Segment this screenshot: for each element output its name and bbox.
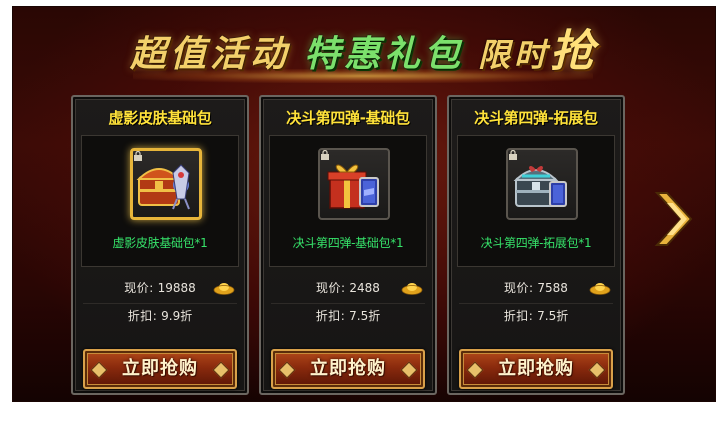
banner-part-special-pack: 特惠礼包: [303, 33, 464, 75]
discount-value: 9.9折: [161, 309, 193, 323]
gold-ingot-icon: [213, 283, 235, 295]
discount-value: 7.5折: [349, 309, 381, 323]
banner-part-value-event: 超值活动: [129, 33, 290, 75]
buy-now-button[interactable]: 立即抢购: [271, 349, 425, 389]
item-display: 虚影皮肤基础包*1: [81, 135, 239, 267]
shop-panel: 超值活动 特惠礼包 限时抢 虚影皮肤基础包 虚影皮肤基础包*1 现价: 1988…: [12, 6, 716, 402]
item-display: 决斗第四弹-基础包*1: [269, 135, 427, 267]
row-divider: [459, 303, 613, 304]
pack-card-skin-basic: 虚影皮肤基础包 虚影皮肤基础包*1 现价: 19888 折扣: 9.9折 立即抢…: [71, 95, 249, 395]
pack-title: 虚影皮肤基础包: [108, 109, 212, 127]
button-ornament-right: [400, 361, 418, 379]
price-value: 7588: [537, 281, 568, 295]
button-ornament-left: [466, 361, 484, 379]
item-slot[interactable]: [506, 148, 578, 220]
row-divider: [271, 303, 425, 304]
price-row: 现价: 7588: [449, 279, 623, 301]
banner-part-grab: 抢: [550, 26, 599, 77]
price-row: 现价: 2488: [261, 279, 435, 301]
discount-value: 7.5折: [537, 309, 569, 323]
price-label: 现价:: [504, 281, 534, 295]
pack-title: 决斗第四弹-拓展包: [474, 109, 598, 127]
buy-now-label: 立即抢购: [310, 358, 386, 379]
button-ornament-left: [278, 361, 296, 379]
item-name: 决斗第四弹-基础包*1: [292, 236, 404, 250]
discount-label: 折扣:: [315, 309, 346, 323]
next-page-arrow-icon[interactable]: [653, 189, 697, 249]
discount-row: 折扣: 9.9折: [73, 307, 247, 329]
item-name: 虚影皮肤基础包*1: [112, 236, 208, 250]
row-divider: [83, 303, 237, 304]
button-ornament-right: [588, 361, 606, 379]
banner-part-limited: 限时: [478, 36, 551, 74]
price-label: 现价:: [124, 281, 154, 295]
lock-icon: [134, 151, 142, 161]
discount-label: 折扣:: [503, 309, 534, 323]
button-ornament-left: [90, 361, 108, 379]
lock-icon: [321, 150, 329, 160]
pack-card-duel-expansion: 决斗第四弹-拓展包 决斗第四弹-拓展包*1 现价: 7588 折扣: 7.5折 …: [447, 95, 625, 395]
buy-now-label: 立即抢购: [122, 358, 198, 379]
item-slot[interactable]: [130, 148, 202, 220]
buy-now-label: 立即抢购: [498, 358, 574, 379]
price-row: 现价: 19888: [73, 279, 247, 301]
discount-label: 折扣:: [127, 309, 158, 323]
lock-icon: [509, 150, 517, 160]
buy-now-button[interactable]: 立即抢购: [459, 349, 613, 389]
price-value: 19888: [157, 281, 196, 295]
pack-card-duel-basic: 决斗第四弹-基础包 决斗第四弹-基础包*1 现价: 2488 折扣: 7.5折 …: [259, 95, 437, 395]
gold-ingot-icon: [401, 283, 423, 295]
button-ornament-right: [212, 361, 230, 379]
item-slot[interactable]: [318, 148, 390, 220]
price-value: 2488: [349, 281, 380, 295]
price-label: 现价:: [316, 281, 346, 295]
item-name: 决斗第四弹-拓展包*1: [480, 236, 592, 250]
silver-chest-icon: [513, 166, 567, 207]
gold-ingot-icon: [589, 283, 611, 295]
buy-now-button[interactable]: 立即抢购: [83, 349, 237, 389]
promo-banner: 超值活动 特惠礼包 限时抢: [13, 7, 715, 97]
item-display: 决斗第四弹-拓展包*1: [457, 135, 615, 267]
banner-title: 超值活动 特惠礼包 限时抢: [13, 15, 715, 79]
discount-row: 折扣: 7.5折: [449, 307, 623, 329]
discount-row: 折扣: 7.5折: [261, 307, 435, 329]
gift-box-icon: [327, 164, 379, 209]
pack-title: 决斗第四弹-基础包: [286, 109, 410, 127]
